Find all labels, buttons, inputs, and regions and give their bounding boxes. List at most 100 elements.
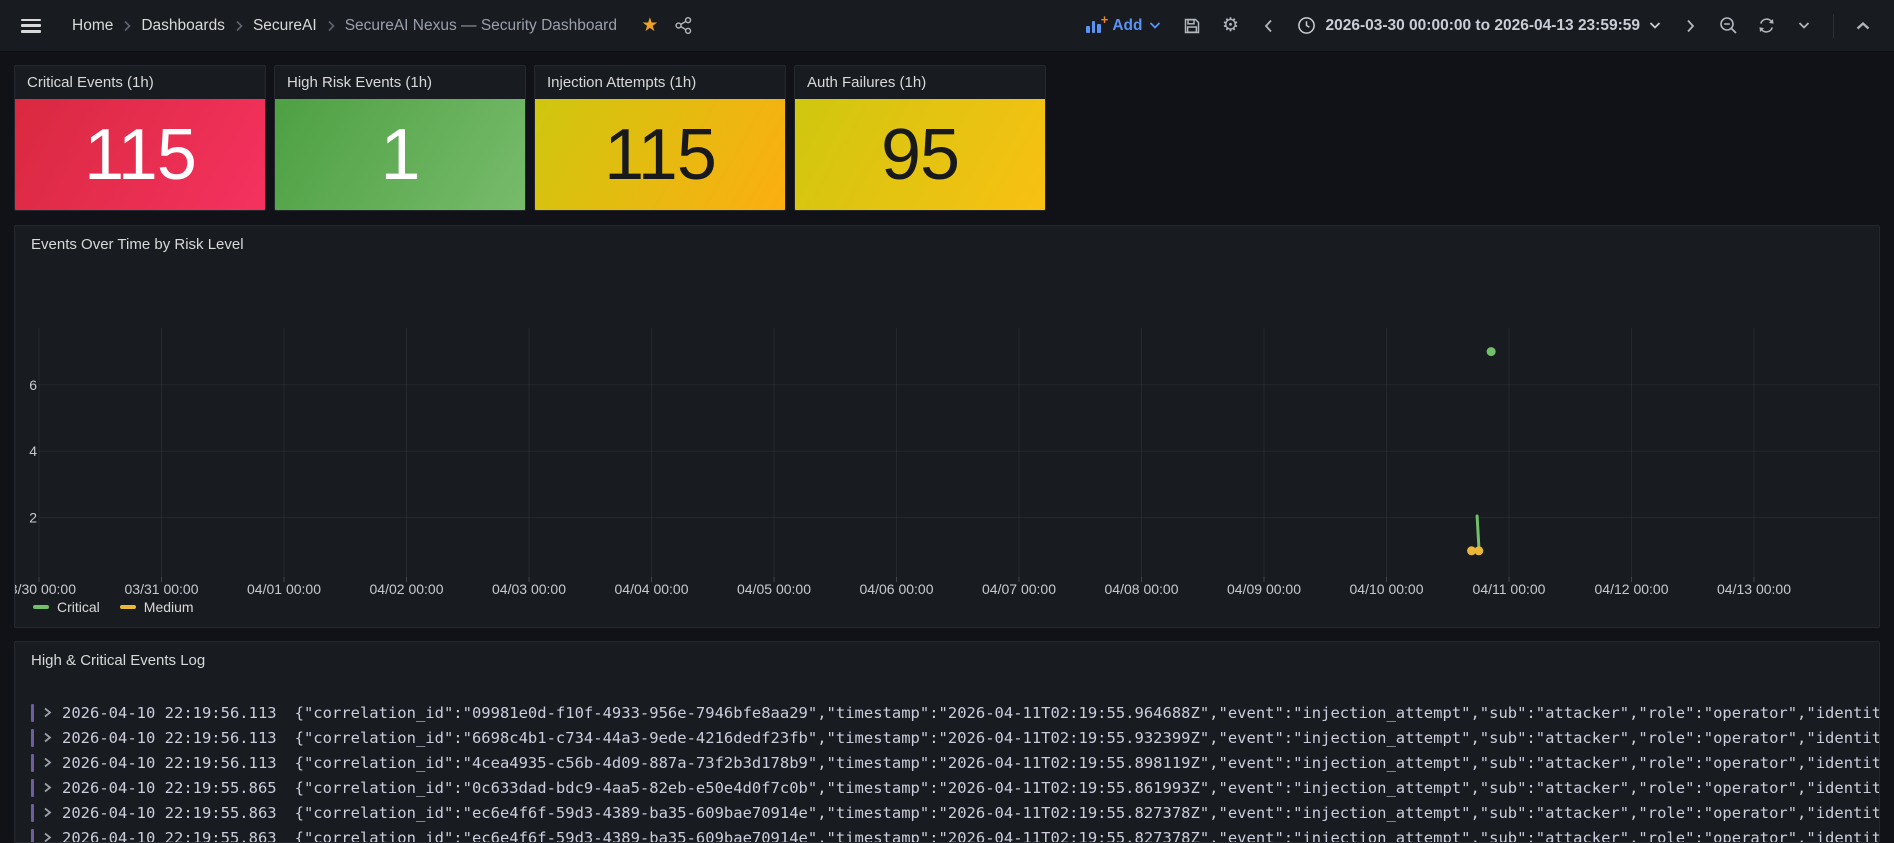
- stat-value: 115: [84, 114, 196, 196]
- collapse-toolbar-button[interactable]: [1846, 9, 1880, 43]
- expand-caret-icon[interactable]: [43, 832, 52, 843]
- breadcrumb-dashboards[interactable]: Dashboards: [135, 17, 231, 35]
- events-over-time-panel: Events Over Time by Risk Level 03/30 00:…: [14, 225, 1880, 628]
- stat-panel-auth-failures: Auth Failures (1h) 95: [794, 65, 1046, 211]
- top-navbar: Home Dashboards SecureAI SecureAI Nexus …: [0, 0, 1894, 52]
- expand-caret-icon[interactable]: [43, 807, 52, 818]
- panel-title: High Risk Events (1h): [287, 74, 432, 91]
- time-range-zoom-out-button[interactable]: [1711, 9, 1745, 43]
- log-message: {"correlation_id":"4cea4935-c56b-4d09-88…: [295, 754, 1879, 772]
- panel-header[interactable]: High Risk Events (1h): [275, 66, 525, 99]
- log-timestamp: 2026-04-10 22:19:56.113: [62, 704, 277, 722]
- chevron-right-icon: [1686, 19, 1695, 33]
- log-row[interactable]: 2026-04-10 22:19:55.865 {"correlation_id…: [31, 775, 1879, 800]
- svg-text:04/09 00:00: 04/09 00:00: [1227, 581, 1301, 597]
- log-level-indicator: [31, 829, 34, 843]
- log-timestamp: 2026-04-10 22:19:55.863: [62, 804, 277, 822]
- chevron-down-icon: [1649, 22, 1661, 29]
- log-lines: 2026-04-10 22:19:56.113 {"correlation_id…: [31, 700, 1879, 843]
- panel-title[interactable]: High & Critical Events Log: [31, 652, 205, 669]
- stat-panels-row: Critical Events (1h) 115 High Risk Event…: [14, 65, 1046, 211]
- breadcrumb-separator-icon: [235, 20, 243, 32]
- save-dashboard-button[interactable]: [1175, 9, 1209, 43]
- chart-legend: Critical Medium: [33, 599, 194, 615]
- refresh-interval-dropdown[interactable]: [1787, 9, 1821, 43]
- legend-item-critical[interactable]: Critical: [33, 599, 100, 615]
- legend-label: Critical: [57, 599, 100, 615]
- time-series-plot[interactable]: 03/30 00:0003/31 00:0004/01 00:0004/02 0…: [15, 226, 1879, 627]
- log-row-partial[interactable]: 2026-04-10 22:19:55.863 {"correlation_id…: [31, 825, 1879, 843]
- svg-text:03/30 00:00: 03/30 00:00: [15, 581, 76, 597]
- svg-text:04/07 00:00: 04/07 00:00: [982, 581, 1056, 597]
- refresh-icon: [1757, 16, 1776, 35]
- log-row[interactable]: 2026-04-10 22:19:56.113 {"correlation_id…: [31, 725, 1879, 750]
- time-range-picker[interactable]: 2026-03-30 00:00:00 to 2026-04-13 23:59:…: [1289, 9, 1669, 43]
- log-level-indicator: [31, 704, 34, 722]
- log-level-indicator: [31, 804, 34, 822]
- log-message: {"correlation_id":"09981e0d-f10f-4933-95…: [295, 704, 1879, 722]
- expand-caret-icon[interactable]: [43, 732, 52, 743]
- log-timestamp: 2026-04-10 22:19:56.113: [62, 729, 277, 747]
- log-timestamp: 2026-04-10 22:19:56.113: [62, 754, 277, 772]
- legend-color-swatch: [33, 605, 49, 609]
- log-message: {"correlation_id":"ec6e4f6f-59d3-4389-ba…: [295, 829, 1879, 843]
- panel-header[interactable]: Auth Failures (1h): [795, 66, 1045, 99]
- svg-text:4: 4: [29, 443, 37, 459]
- log-row[interactable]: 2026-04-10 22:19:56.113 {"correlation_id…: [31, 750, 1879, 775]
- stat-value-area: 115: [535, 99, 785, 210]
- navbar-actions: + Add ⚙ 2026-03-30 00:00:00 to 2026-04-1…: [1076, 9, 1880, 43]
- time-range-back-button[interactable]: [1251, 9, 1285, 43]
- panel-title: Auth Failures (1h): [807, 74, 926, 91]
- star-icon: ★: [641, 14, 658, 37]
- favorite-star-button[interactable]: ★: [633, 9, 667, 43]
- svg-text:04/08 00:00: 04/08 00:00: [1105, 581, 1179, 597]
- chevron-left-icon: [1264, 19, 1273, 33]
- log-level-indicator: [31, 729, 34, 747]
- stat-panel-injection-attempts: Injection Attempts (1h) 115: [534, 65, 786, 211]
- svg-text:04/01 00:00: 04/01 00:00: [247, 581, 321, 597]
- breadcrumb-separator-icon: [123, 20, 131, 32]
- svg-text:04/05 00:00: 04/05 00:00: [737, 581, 811, 597]
- navbar-divider: [1833, 14, 1834, 38]
- refresh-button[interactable]: [1749, 9, 1783, 43]
- svg-text:04/03 00:00: 04/03 00:00: [492, 581, 566, 597]
- legend-label: Medium: [144, 599, 194, 615]
- share-icon: [674, 16, 693, 35]
- expand-caret-icon[interactable]: [43, 757, 52, 768]
- legend-color-swatch: [120, 605, 136, 609]
- svg-text:04/13 00:00: 04/13 00:00: [1717, 581, 1791, 597]
- dashboard-settings-button[interactable]: ⚙: [1213, 9, 1247, 43]
- log-level-indicator: [31, 779, 34, 797]
- svg-text:04/11 00:00: 04/11 00:00: [1473, 581, 1546, 597]
- menu-toggle-button[interactable]: [14, 9, 48, 43]
- panel-header[interactable]: Critical Events (1h): [15, 66, 265, 99]
- log-row[interactable]: 2026-04-10 22:19:55.863 {"correlation_id…: [31, 800, 1879, 825]
- add-panel-button[interactable]: + Add: [1076, 9, 1171, 43]
- time-range-label: 2026-03-30 00:00:00 to 2026-04-13 23:59:…: [1325, 17, 1640, 35]
- panel-title: Injection Attempts (1h): [547, 74, 696, 91]
- clock-icon: [1297, 16, 1316, 35]
- panel-header[interactable]: Injection Attempts (1h): [535, 66, 785, 99]
- breadcrumb-secureai-folder[interactable]: SecureAI: [247, 17, 323, 35]
- breadcrumb-current-dashboard: SecureAI Nexus — Security Dashboard: [339, 17, 623, 35]
- time-range-forward-button[interactable]: [1673, 9, 1707, 43]
- log-message: {"correlation_id":"ec6e4f6f-59d3-4389-ba…: [295, 804, 1879, 822]
- chevron-down-icon: [1798, 22, 1810, 29]
- share-button[interactable]: [667, 9, 701, 43]
- log-level-indicator: [31, 754, 34, 772]
- expand-caret-icon[interactable]: [43, 782, 52, 793]
- add-panel-icon: +: [1086, 18, 1105, 33]
- gear-icon: ⚙: [1222, 16, 1239, 35]
- breadcrumb-home[interactable]: Home: [66, 17, 119, 35]
- expand-caret-icon[interactable]: [43, 707, 52, 718]
- log-message: {"correlation_id":"0c633dad-bdc9-4aa5-82…: [295, 779, 1879, 797]
- zoom-out-icon: [1719, 16, 1738, 35]
- stat-value: 95: [881, 114, 959, 196]
- legend-item-medium[interactable]: Medium: [120, 599, 194, 615]
- log-row[interactable]: 2026-04-10 22:19:56.113 {"correlation_id…: [31, 700, 1879, 725]
- svg-text:04/06 00:00: 04/06 00:00: [860, 581, 934, 597]
- svg-text:03/31 00:00: 03/31 00:00: [125, 581, 199, 597]
- panel-title: Critical Events (1h): [27, 74, 154, 91]
- add-button-label: Add: [1112, 17, 1142, 35]
- breadcrumb: Home Dashboards SecureAI SecureAI Nexus …: [66, 17, 623, 35]
